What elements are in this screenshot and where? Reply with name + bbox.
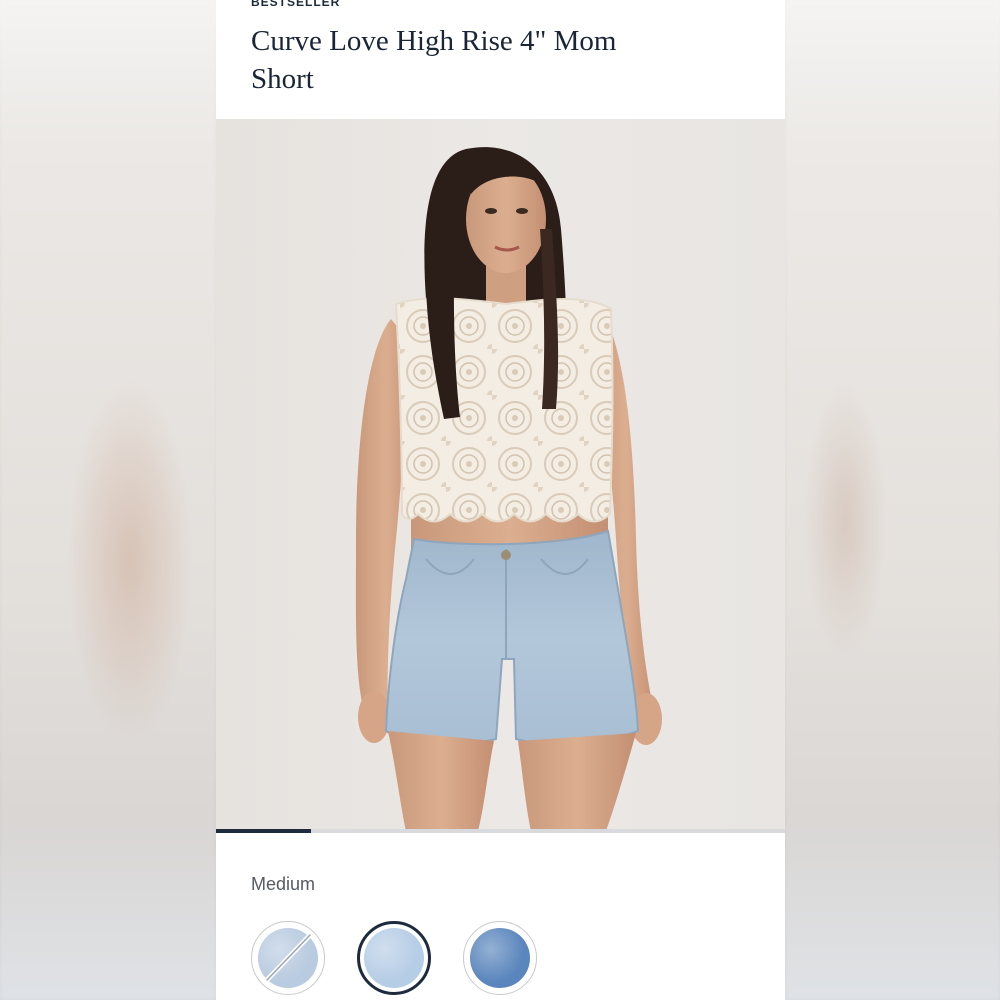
product-header: BESTSELLER Curve Love High Rise 4" Mom S… [216, 0, 785, 119]
wash-options: Medium [216, 833, 785, 1000]
bestseller-badge: BESTSELLER [251, 0, 341, 9]
unavailable-slash-icon [264, 932, 313, 983]
backdrop-left [0, 0, 216, 1000]
backdrop-right [785, 0, 1000, 1000]
swatch-fill [470, 928, 530, 988]
product-image[interactable] [216, 119, 785, 831]
swatch-light-wash-unavailable[interactable] [251, 921, 325, 995]
product-page: BESTSELLER Curve Love High Rise 4" Mom S… [216, 0, 785, 1000]
model-photo [355, 147, 662, 831]
swatch-medium-selected[interactable] [357, 921, 431, 995]
swatch-fill [364, 928, 424, 988]
product-title: Curve Love High Rise 4" Mom Short [251, 25, 617, 95]
swatch-medium-dark[interactable] [463, 921, 537, 995]
selected-wash-label: Medium [251, 874, 316, 894]
